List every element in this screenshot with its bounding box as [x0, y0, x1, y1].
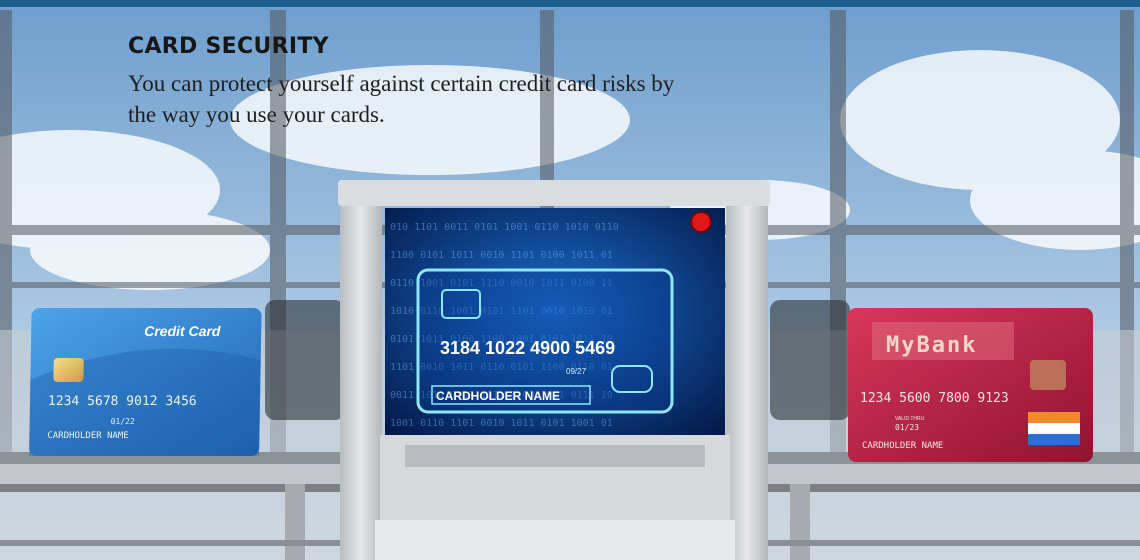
blue-card-chip: [53, 358, 84, 382]
svg-text:010 1101 0011 0101 1001 0110 1: 010 1101 0011 0101 1001 0110 1010 0110: [390, 222, 619, 233]
section-heading: CARD SECURITY: [128, 34, 329, 59]
blue-card-expiry: 01/22: [111, 417, 135, 426]
red-card-valid-thru: VALID THRU: [895, 416, 925, 422]
red-bank-card: MyBank 1234 5600 7800 9123 VALID THRU 01…: [848, 308, 1093, 462]
scanned-card-holder: CARDHOLDER NAME: [436, 389, 560, 403]
blue-card-label: Credit Card: [144, 323, 221, 339]
illustration: 010 1101 0011 0101 1001 0110 1010 0110 1…: [0, 0, 1140, 560]
blue-credit-card: Credit Card 1234 5678 9012 3456 01/22 CA…: [29, 308, 262, 456]
red-card-number: 1234 5600 7800 9123: [860, 391, 1009, 406]
red-card-chip: [1030, 360, 1066, 390]
scanned-card-expiry: 09/27: [566, 367, 587, 376]
red-card-flag: [1028, 412, 1080, 445]
indicator-light: [690, 211, 712, 233]
svg-text:1100 0101 1011 0010 1101 0100: 1100 0101 1011 0010 1101 0100 1011 01: [390, 250, 613, 261]
intro-paragraph: You can protect yourself against certain…: [128, 71, 675, 127]
top-accent-bar: [0, 0, 1140, 7]
red-card-holder: CARDHOLDER NAME: [862, 441, 943, 451]
scanned-card: 3184 1022 4900 5469 09/27 CARDHOLDER NAM…: [416, 268, 674, 414]
scanned-card-number: 3184 1022 4900 5469: [440, 338, 615, 358]
svg-text:1001 0110 1101 0010 1011 0101: 1001 0110 1101 0010 1011 0101 1001 01: [390, 418, 613, 429]
red-card-bank-name: MyBank: [886, 333, 977, 358]
blue-card-holder: CARDHOLDER NAME: [47, 431, 128, 441]
blue-card-number: 1234 5678 9012 3456: [48, 394, 197, 409]
red-card-expiry: 01/23: [895, 423, 919, 432]
